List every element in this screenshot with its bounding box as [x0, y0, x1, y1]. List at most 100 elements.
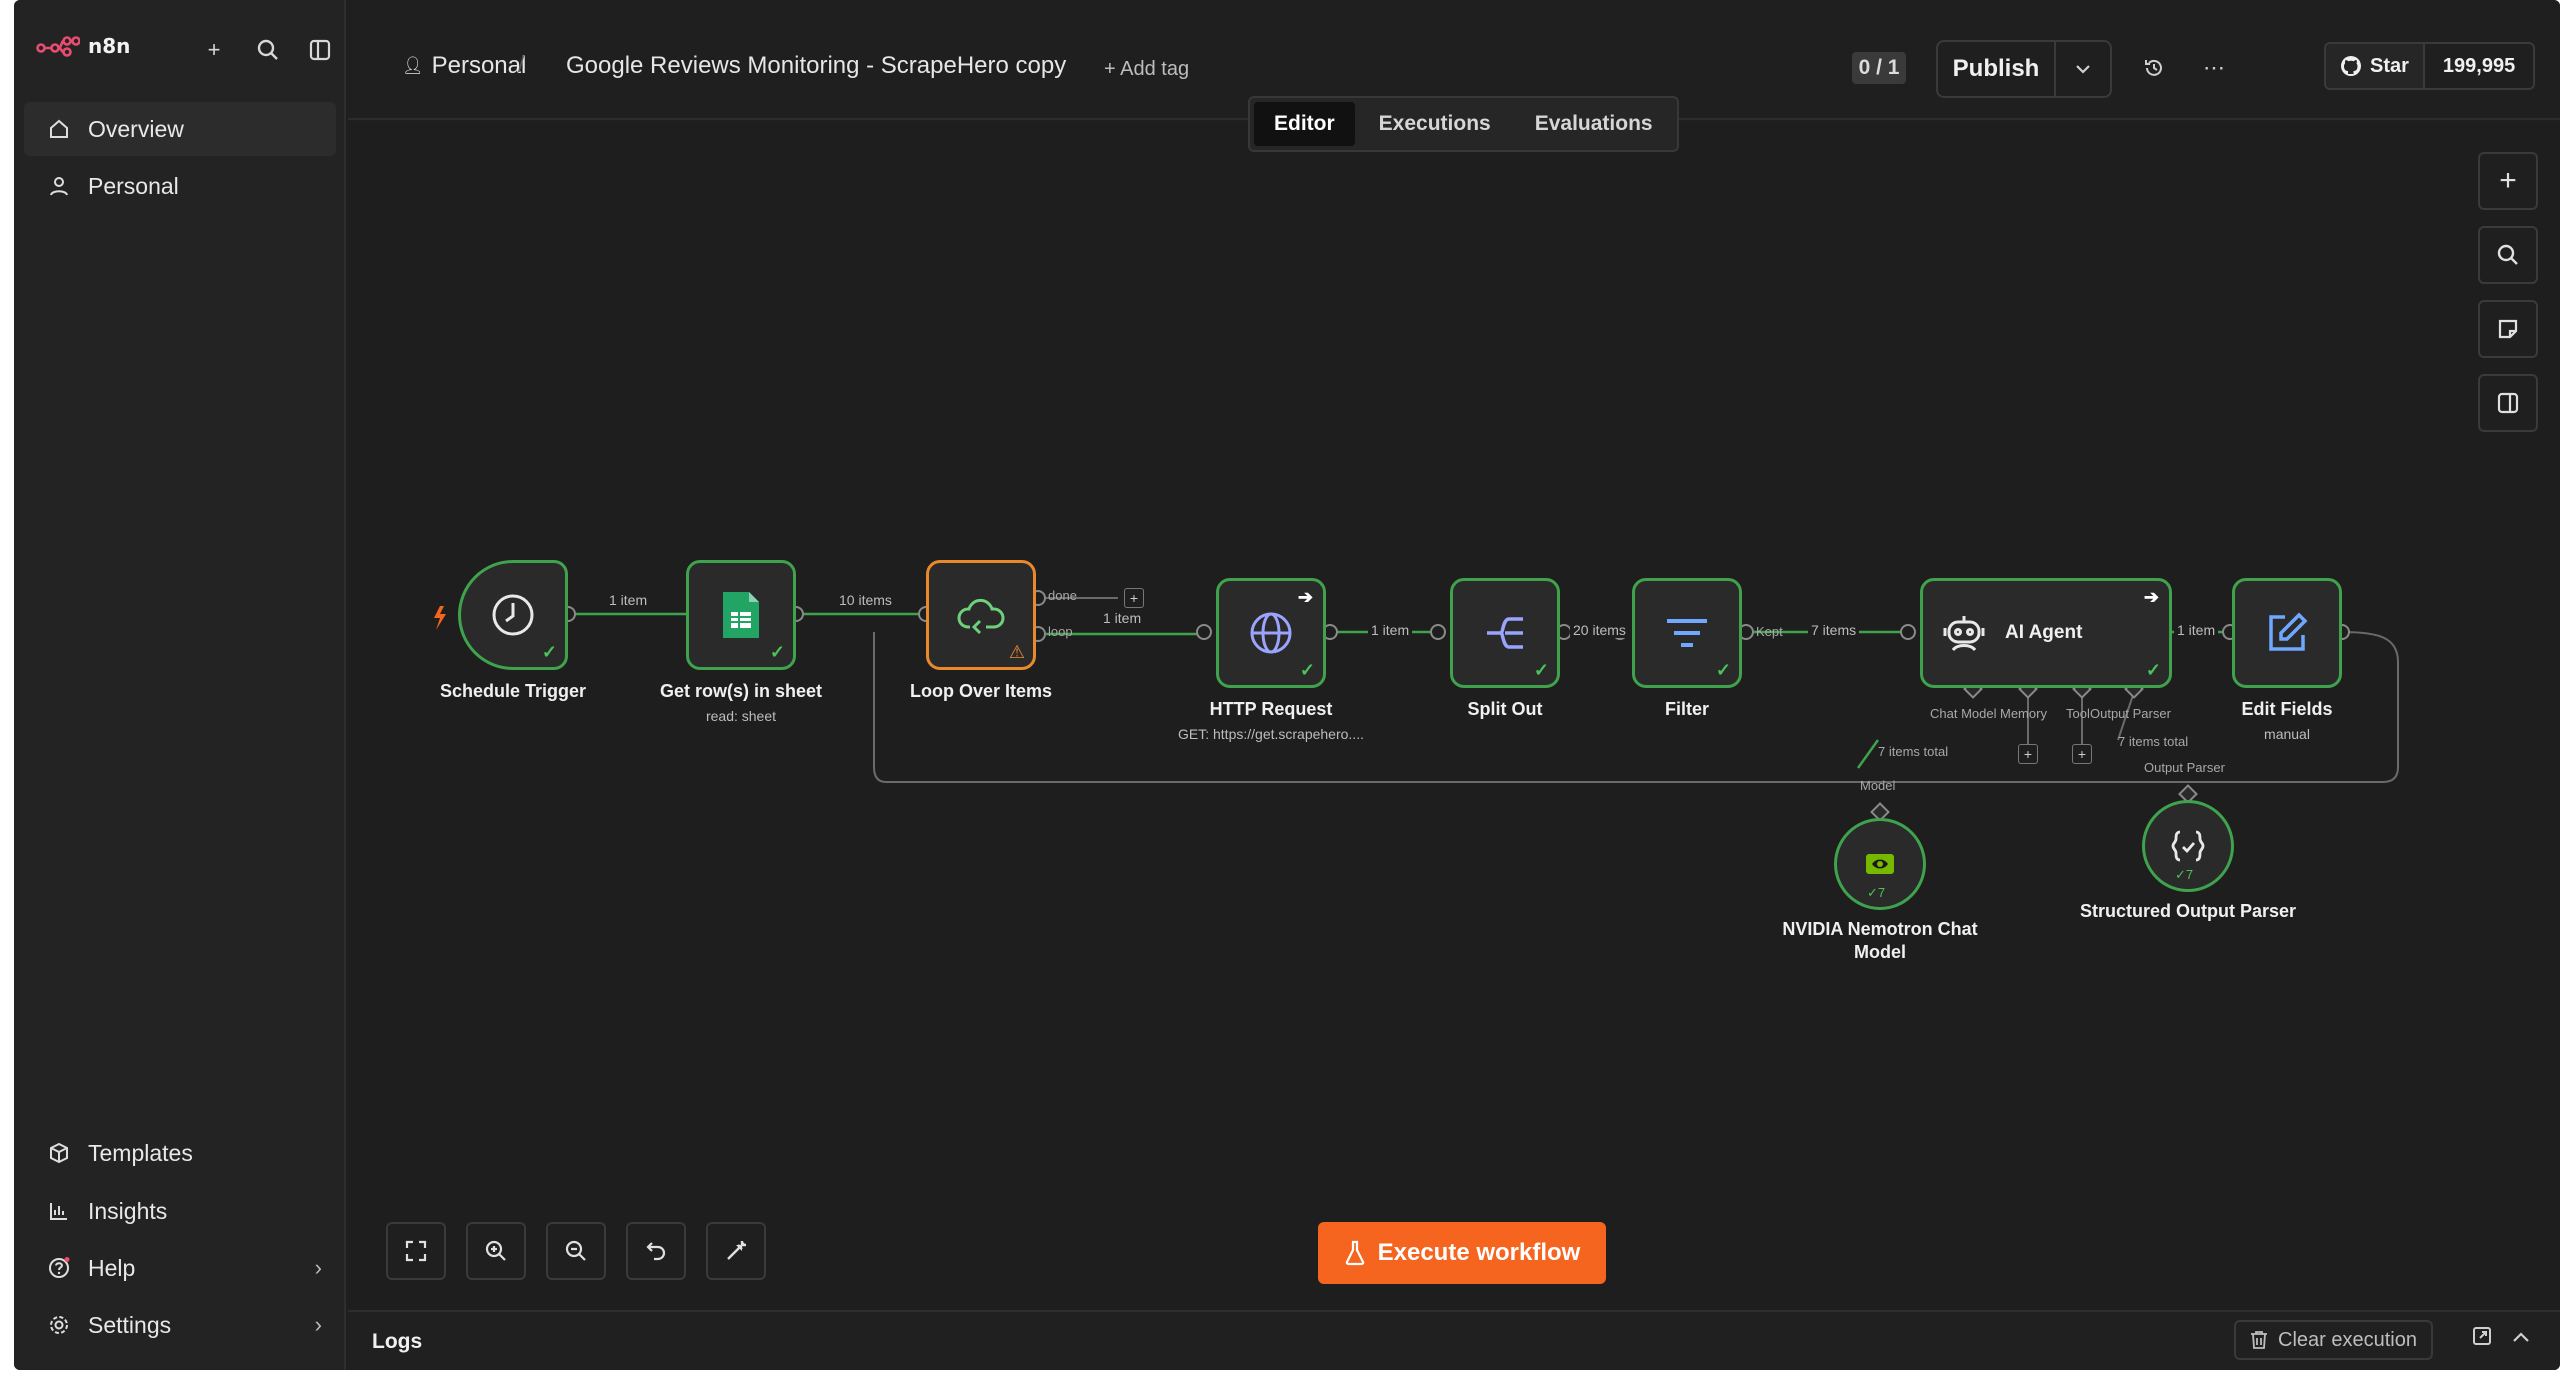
- user-icon: 👤︎: [402, 56, 424, 75]
- nvidia-icon: [1866, 854, 1894, 874]
- github-icon: [2341, 56, 2361, 76]
- search-icon[interactable]: [252, 34, 284, 66]
- node-schedule-trigger[interactable]: ✓: [458, 560, 568, 670]
- port-label-output-parser: Output Parser: [2144, 760, 2225, 775]
- popout-icon[interactable]: [2472, 1326, 2492, 1352]
- node-http-request[interactable]: ➔ ✓: [1216, 578, 1326, 688]
- zoom-in-icon: [485, 1240, 506, 1261]
- reset-zoom-button[interactable]: [626, 1222, 686, 1280]
- clear-execution-label: Clear execution: [2278, 1328, 2417, 1351]
- tab-evaluations[interactable]: Evaluations: [1515, 102, 1673, 146]
- edge-label: 1 item: [606, 592, 651, 608]
- edge-label: 1 item: [1368, 622, 1413, 638]
- n8n-logo-icon: [36, 36, 80, 57]
- split-icon: [1487, 617, 1523, 649]
- sticky-note-icon: [2498, 319, 2518, 339]
- node-nvidia-chat-model[interactable]: ✓7: [1834, 818, 1926, 910]
- chevron-right-icon: ›: [314, 1312, 322, 1337]
- robot-icon: [1943, 616, 1985, 652]
- breadcrumb-project[interactable]: 👤︎ Personal: [402, 52, 526, 80]
- sidebar-item-label: Help: [88, 1254, 136, 1281]
- edge-label: 20 items: [1570, 622, 1629, 638]
- node-label: Schedule Trigger: [439, 681, 587, 701]
- github-star-count: 199,995: [2442, 54, 2516, 77]
- project-name: Personal: [431, 52, 527, 79]
- arrow-right-icon: ➔: [1297, 587, 1313, 607]
- clock-icon: [492, 594, 534, 636]
- edge-label: 1 item: [1100, 610, 1145, 626]
- toggle-panel-button[interactable]: [2478, 374, 2538, 432]
- node-structured-output-parser[interactable]: ✓7: [2142, 800, 2234, 892]
- workflow-name-text: Google Reviews Monitoring - ScrapeHero c…: [566, 52, 1067, 79]
- publish-button[interactable]: Publish: [1938, 42, 2056, 96]
- port-label-output-parser: Output Parser: [2090, 706, 2171, 721]
- github-star-widget[interactable]: Star 199,995: [2324, 42, 2536, 90]
- zoom-out-button[interactable]: [546, 1222, 606, 1280]
- node-ai-agent[interactable]: AI Agent ➔ ✓: [1920, 578, 2172, 688]
- node-filter[interactable]: ✓: [1632, 578, 1742, 688]
- sticky-note-button[interactable]: [2478, 300, 2538, 358]
- history-icon[interactable]: [2134, 48, 2174, 88]
- flask-icon: [1345, 1240, 1364, 1266]
- execute-workflow-button[interactable]: Execute workflow: [1318, 1222, 1606, 1284]
- chart-icon: [46, 1198, 72, 1224]
- clear-execution-button[interactable]: Clear execution: [2234, 1320, 2433, 1360]
- port-label-kept: Kept: [1756, 624, 1783, 639]
- success-check-icon: ✓: [769, 642, 785, 662]
- logs-panel-bar[interactable]: Logs Clear execution: [348, 1310, 2560, 1370]
- node-loop-over-items[interactable]: ⚠: [926, 560, 1036, 670]
- ai-agent-inline-label: AI Agent: [2005, 622, 2083, 643]
- trash-icon: [2251, 1331, 2267, 1349]
- sidebar-item-templates[interactable]: Templates: [24, 1126, 336, 1180]
- edge-label: 7 items: [1808, 622, 1860, 638]
- edge-label: 10 items: [836, 592, 895, 608]
- chevron-up-icon[interactable]: [2512, 1326, 2530, 1349]
- n8n-logo[interactable]: n8n: [36, 34, 130, 58]
- zoom-in-button[interactable]: [466, 1222, 526, 1280]
- gear-icon: [46, 1312, 72, 1338]
- user-icon: [46, 173, 72, 199]
- port-label-tool: Tool: [2066, 706, 2090, 721]
- sidebar-item-label: Insights: [88, 1197, 168, 1224]
- node-subtitle: read: sheet: [705, 708, 777, 724]
- add-memory-plus[interactable]: +: [2018, 744, 2038, 764]
- search-nodes-button[interactable]: [2478, 226, 2538, 284]
- sidebar-item-settings[interactable]: Settings ›: [24, 1298, 336, 1352]
- add-tool-plus[interactable]: +: [2072, 744, 2092, 764]
- node-label: HTTP Request: [1209, 699, 1333, 719]
- sidebar-item-label: Settings: [88, 1311, 172, 1338]
- workflow-title[interactable]: Google Reviews Monitoring - ScrapeHero c…: [566, 52, 1066, 80]
- sidebar-item-personal[interactable]: Personal: [24, 159, 336, 213]
- port-label-done: done: [1048, 588, 1077, 603]
- workflow-canvas[interactable]: 1 item 10 items done + loop 1 item 1 ite…: [348, 122, 2560, 1310]
- loop-icon: [957, 599, 1005, 635]
- chevron-down-icon[interactable]: [2056, 42, 2110, 96]
- add-tag-button[interactable]: + Add tag: [1104, 58, 1189, 81]
- fit-view-button[interactable]: [386, 1222, 446, 1280]
- home-icon: [46, 116, 72, 142]
- tab-executions[interactable]: Executions: [1359, 102, 1511, 146]
- more-options-icon[interactable]: ⋯: [2194, 48, 2234, 88]
- sidebar-item-insights[interactable]: Insights: [24, 1184, 336, 1238]
- node-get-rows-sheet[interactable]: ✓: [686, 560, 796, 670]
- sidebar-item-help[interactable]: Help ›: [24, 1241, 336, 1295]
- toggle-sidebar-icon[interactable]: [304, 34, 336, 66]
- tidy-up-button[interactable]: [706, 1222, 766, 1280]
- node-edit-fields[interactable]: [2232, 578, 2342, 688]
- github-star-button[interactable]: Star: [2326, 44, 2425, 88]
- add-icon[interactable]: +: [198, 34, 230, 66]
- success-check-icon: ✓: [1715, 660, 1731, 680]
- tab-editor[interactable]: Editor: [1254, 102, 1355, 146]
- node-split-out[interactable]: ✓: [1450, 578, 1560, 688]
- brand-name: n8n: [88, 34, 131, 58]
- templates-icon: [46, 1140, 72, 1166]
- add-node-plus[interactable]: +: [1124, 588, 1144, 608]
- node-subtitle: GET: https://get.scrapehero....: [1178, 726, 1364, 742]
- undo-icon: [646, 1242, 666, 1261]
- run-count: ✓7: [2175, 867, 2194, 882]
- add-node-button[interactable]: +: [2478, 152, 2538, 210]
- sidebar-item-label: Overview: [88, 115, 184, 142]
- sidebar-item-overview[interactable]: Overview: [24, 102, 336, 156]
- fullscreen-icon: [405, 1240, 427, 1262]
- pencil-icon: [2269, 612, 2308, 651]
